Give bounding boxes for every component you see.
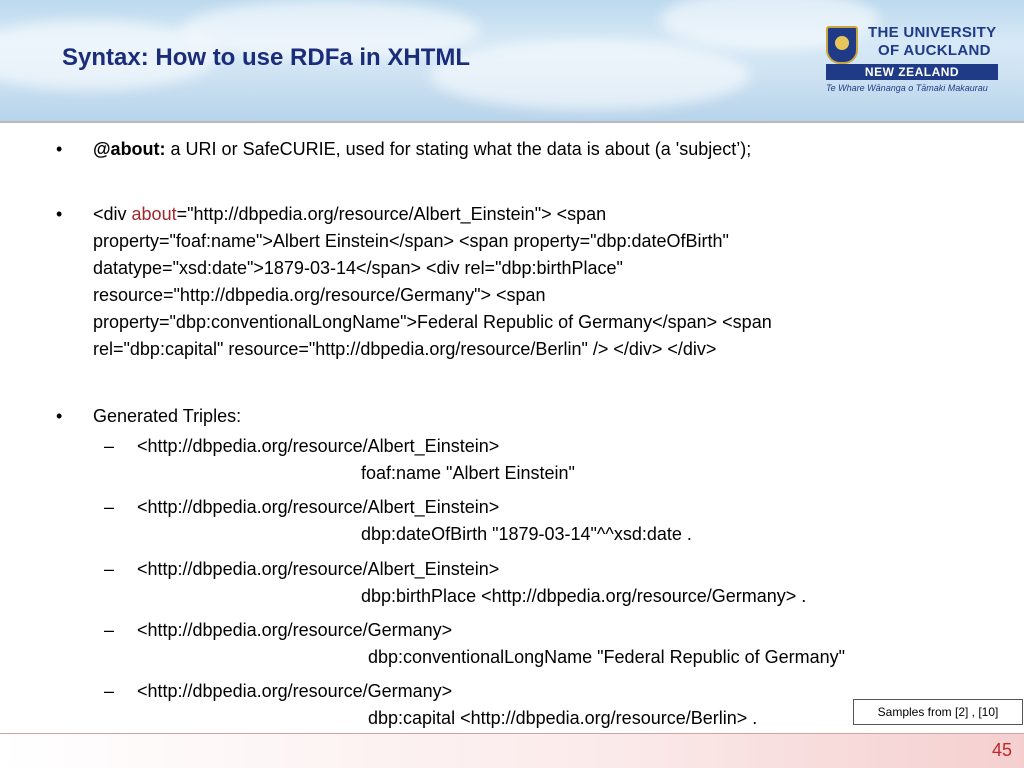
- logo-line-2: OF AUCKLAND: [878, 42, 991, 59]
- triple-subject: <http://dbpedia.org/resource/Albert_Eins…: [137, 497, 500, 517]
- triple-predicate-object: dbp:conventionalLongName "Federal Republ…: [368, 647, 846, 667]
- code-line-1: <div about="http://dbpedia.org/resource/…: [93, 201, 606, 228]
- about-keyword: about: [131, 204, 177, 224]
- dash-marker: –: [104, 497, 115, 517]
- code-line-4: resource="http://dbpedia.org/resource/Ge…: [93, 285, 546, 305]
- triple-predicate-object: foaf:name "Albert Einstein": [361, 463, 575, 483]
- crest-icon: [826, 26, 858, 64]
- generated-triples-heading: Generated Triples:: [93, 406, 242, 426]
- code-line-6: rel="dbp:capital" resource="http://dbped…: [93, 339, 717, 359]
- code-text: <div: [93, 204, 132, 224]
- code-text: ="http://dbpedia.org/resource/Albert_Ein…: [176, 204, 607, 224]
- footer-divider: [0, 733, 1024, 734]
- about-description: a URI or SafeCURIE, used for stating wha…: [165, 139, 752, 159]
- dash-marker: –: [104, 681, 115, 701]
- triple-subject: <http://dbpedia.org/resource/Germany>: [137, 620, 453, 640]
- triple-subject: <http://dbpedia.org/resource/Germany>: [137, 681, 453, 701]
- header-cloud: [430, 40, 750, 110]
- page-number: 45: [991, 740, 1012, 760]
- slide-footer: [0, 733, 1024, 768]
- triple-subject: <http://dbpedia.org/resource/Albert_Eins…: [137, 559, 500, 579]
- slide-title: Syntax: How to use RDFa in XHTML: [62, 44, 471, 71]
- logo-maori-text: Te Whare Wānanga o Tāmaki Makaurau: [826, 83, 988, 93]
- code-line-2: property="foaf:name">Albert Einstein</sp…: [93, 231, 729, 251]
- about-label: @about:: [93, 139, 166, 159]
- triple-predicate-object: dbp:capital <http://dbpedia.org/resource…: [368, 708, 758, 728]
- bullet-marker: •: [56, 139, 63, 159]
- header-divider: [0, 121, 1024, 123]
- slide-header: Syntax: How to use RDFa in XHTML THE UNI…: [0, 0, 1024, 122]
- triple-subject: <http://dbpedia.org/resource/Albert_Eins…: [137, 436, 500, 456]
- logo-banner: NEW ZEALAND: [826, 64, 998, 80]
- triple-predicate-object: dbp:dateOfBirth "1879-03-14"^^xsd:date .: [361, 524, 692, 544]
- dash-marker: –: [104, 559, 115, 579]
- logo-line-1: THE UNIVERSITY: [868, 24, 997, 41]
- samples-note-box: Samples from [2] , [10]: [853, 699, 1023, 725]
- university-logo: THE UNIVERSITY OF AUCKLAND NEW ZEALAND T…: [826, 22, 1006, 98]
- triple-predicate-object: dbp:birthPlace <http://dbpedia.org/resou…: [361, 586, 807, 606]
- code-line-3: datatype="xsd:date">1879-03-14</span> <d…: [93, 258, 623, 278]
- bullet-about: @about: a URI or SafeCURIE, used for sta…: [93, 136, 751, 163]
- bullet-marker: •: [56, 406, 63, 426]
- code-line-5: property="dbp:conventionalLongName">Fede…: [93, 312, 772, 332]
- dash-marker: –: [104, 436, 115, 456]
- bullet-marker: •: [56, 204, 63, 224]
- dash-marker: –: [104, 620, 115, 640]
